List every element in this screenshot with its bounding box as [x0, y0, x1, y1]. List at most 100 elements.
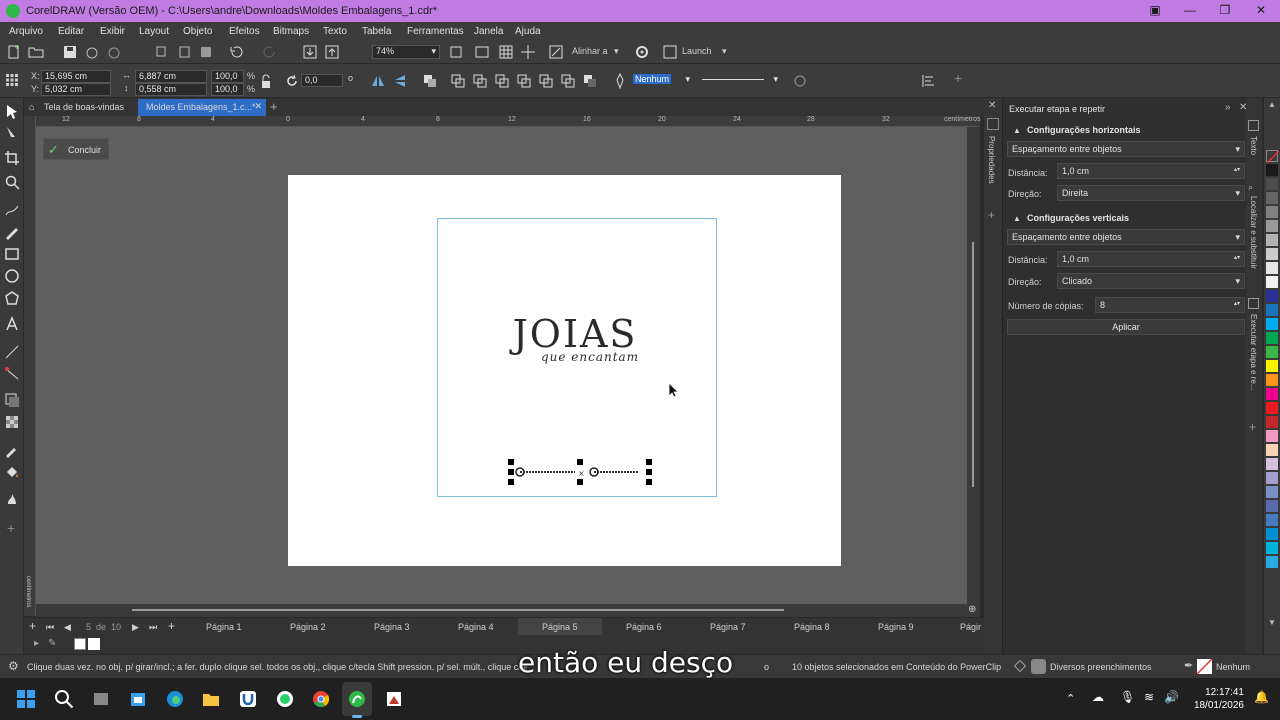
- palette-swatch[interactable]: [1266, 360, 1278, 372]
- copies-input[interactable]: 8 ▴▾: [1095, 297, 1245, 313]
- grid-icon[interactable]: [498, 44, 514, 60]
- apply-button[interactable]: Aplicar: [1007, 319, 1245, 335]
- selection-handle[interactable]: [508, 469, 514, 475]
- freehand-tool-icon[interactable]: [4, 202, 20, 218]
- vertical-ruler[interactable]: centímetros: [24, 116, 36, 616]
- binoculars-icon[interactable]: ⌕: [1248, 182, 1253, 193]
- no-color-swatch[interactable]: [1266, 150, 1279, 163]
- selection-handle[interactable]: [646, 479, 652, 485]
- copy-icon[interactable]: [154, 44, 170, 60]
- outline-pen-icon[interactable]: ✒: [1184, 659, 1193, 672]
- open-folder-icon[interactable]: [28, 44, 44, 60]
- step-repeat-docker-tab[interactable]: Executar etapa e re...: [1249, 314, 1258, 391]
- align-distribute-icon[interactable]: [920, 73, 936, 89]
- tab-welcome-screen[interactable]: ⌂ Tela de boas-vindas: [24, 99, 136, 116]
- snap-icon[interactable]: [548, 44, 564, 60]
- maximize-button[interactable]: ❐: [1210, 3, 1240, 19]
- height-input[interactable]: 0,558 cm: [135, 83, 207, 96]
- eyedropper-tool-icon[interactable]: [4, 442, 20, 458]
- palette-swatch[interactable]: [1266, 178, 1278, 190]
- menu-exibir[interactable]: Exibir: [100, 26, 125, 37]
- transparency-tool-icon[interactable]: [4, 414, 20, 430]
- properties-docker-tab[interactable]: Propriedades: [987, 136, 996, 184]
- page-tab-1[interactable]: Página 1: [206, 622, 242, 632]
- menu-arquivo[interactable]: Arquivo: [9, 26, 43, 37]
- spinner-icon[interactable]: ▴▾: [1234, 300, 1240, 307]
- palette-arrow-icon[interactable]: ▸: [34, 638, 39, 649]
- page-tab-7[interactable]: Página 7: [710, 622, 746, 632]
- add-docker-icon[interactable]: +: [988, 208, 995, 222]
- palette-swatch[interactable]: [1266, 304, 1278, 316]
- connector-tool-icon[interactable]: [4, 366, 20, 382]
- show-hidden-icons-chevron[interactable]: ⌃: [1066, 692, 1075, 705]
- palette-swatch[interactable]: [1266, 528, 1278, 540]
- horizontal-scrollbar[interactable]: ⊕: [36, 604, 980, 617]
- menu-efeitos[interactable]: Efeitos: [229, 26, 260, 37]
- horizontal-ruler[interactable]: 12 8 4 0 4 8 12 16 20 24 28 32 centímetr…: [36, 116, 981, 127]
- guidelines-icon[interactable]: [520, 44, 536, 60]
- vertical-distance-input[interactable]: 1,0 cm ▴▾: [1057, 251, 1245, 267]
- next-page-button[interactable]: ▶: [132, 622, 139, 633]
- redo-icon[interactable]: [262, 44, 278, 60]
- menu-ajuda[interactable]: Ajuda: [515, 26, 541, 37]
- cloud-sync-icon[interactable]: [106, 44, 122, 60]
- horizontal-direction-select[interactable]: Direita ▾: [1057, 185, 1245, 201]
- palette-scroll-up-icon[interactable]: ▲: [1268, 100, 1276, 109]
- palette-swatch[interactable]: [1266, 472, 1278, 484]
- full-screen-icon[interactable]: [474, 44, 490, 60]
- horizontal-distance-input[interactable]: 1,0 cm ▴▾: [1057, 163, 1245, 179]
- edge-browser-icon[interactable]: [165, 689, 185, 709]
- save-icon[interactable]: [62, 44, 78, 60]
- mirror-vertical-icon[interactable]: [392, 73, 408, 89]
- palette-swatch[interactable]: [1266, 164, 1278, 176]
- vertical-mode-select[interactable]: Espaçamento entre objetos ▾: [1007, 229, 1245, 245]
- palette-scroll-down-icon[interactable]: ▼: [1268, 618, 1276, 627]
- vertical-direction-select[interactable]: Clicado ▾: [1057, 273, 1245, 289]
- palette-swatch[interactable]: [1266, 192, 1278, 204]
- gear-icon[interactable]: ⚙: [8, 659, 19, 673]
- windows-start-icon[interactable]: [16, 689, 36, 709]
- export-icon[interactable]: [324, 44, 340, 60]
- page-tab-2[interactable]: Página 2: [290, 622, 326, 632]
- palette-swatch[interactable]: [1266, 332, 1278, 344]
- transparency-icon[interactable]: [792, 73, 808, 89]
- volume-icon[interactable]: 🔊: [1164, 690, 1179, 704]
- add-page-after-button[interactable]: +: [168, 619, 175, 633]
- palette-swatch[interactable]: [1266, 318, 1278, 330]
- white-swatch[interactable]: [88, 638, 100, 650]
- menu-janela[interactable]: Janela: [474, 26, 503, 37]
- align-to-label[interactable]: Alinhar a: [572, 46, 608, 56]
- weld-icon[interactable]: [472, 73, 488, 89]
- interactive-fill-tool-icon[interactable]: [4, 464, 20, 480]
- scale-width-input[interactable]: 100,0: [211, 70, 244, 83]
- gear-icon[interactable]: [634, 44, 650, 60]
- page-tab-10[interactable]: Págir: [960, 622, 981, 632]
- crop-tool-icon[interactable]: [4, 150, 20, 166]
- search-icon[interactable]: [54, 689, 74, 709]
- line-style-select[interactable]: ▾: [698, 74, 780, 87]
- selection-handle[interactable]: [508, 459, 514, 465]
- palette-swatch[interactable]: [1266, 206, 1278, 218]
- selection-handle[interactable]: [646, 459, 652, 465]
- finish-editing-button[interactable]: ✓ Concluir: [43, 138, 109, 160]
- outline-none-swatch-icon[interactable]: [1197, 659, 1212, 674]
- expand-docker-icon[interactable]: »: [1225, 102, 1231, 113]
- fill-indicator-icon[interactable]: [1014, 660, 1026, 672]
- first-page-button[interactable]: ⏮: [46, 622, 54, 633]
- new-document-icon[interactable]: [6, 44, 22, 60]
- spinner-icon[interactable]: ▴▾: [1234, 254, 1240, 261]
- menu-objeto[interactable]: Objeto: [183, 26, 212, 37]
- palette-swatch[interactable]: [1266, 388, 1278, 400]
- tab-document[interactable]: Moldes Embalagens_1.c...* ✕: [138, 99, 266, 116]
- onedrive-cloud-icon[interactable]: ☁: [1092, 690, 1104, 704]
- menu-layout[interactable]: Layout: [139, 26, 169, 37]
- selection-handle[interactable]: [508, 479, 514, 485]
- pick-tool-icon[interactable]: [4, 104, 20, 120]
- last-page-button[interactable]: ⏭: [149, 622, 157, 633]
- page-tab-3[interactable]: Página 3: [374, 622, 410, 632]
- vertical-scrollbar[interactable]: [967, 127, 980, 604]
- polygon-tool-icon[interactable]: [4, 290, 20, 306]
- combine-icon[interactable]: [450, 73, 466, 89]
- spinner-icon[interactable]: ▴▾: [1234, 166, 1240, 173]
- intersect-icon[interactable]: [516, 73, 532, 89]
